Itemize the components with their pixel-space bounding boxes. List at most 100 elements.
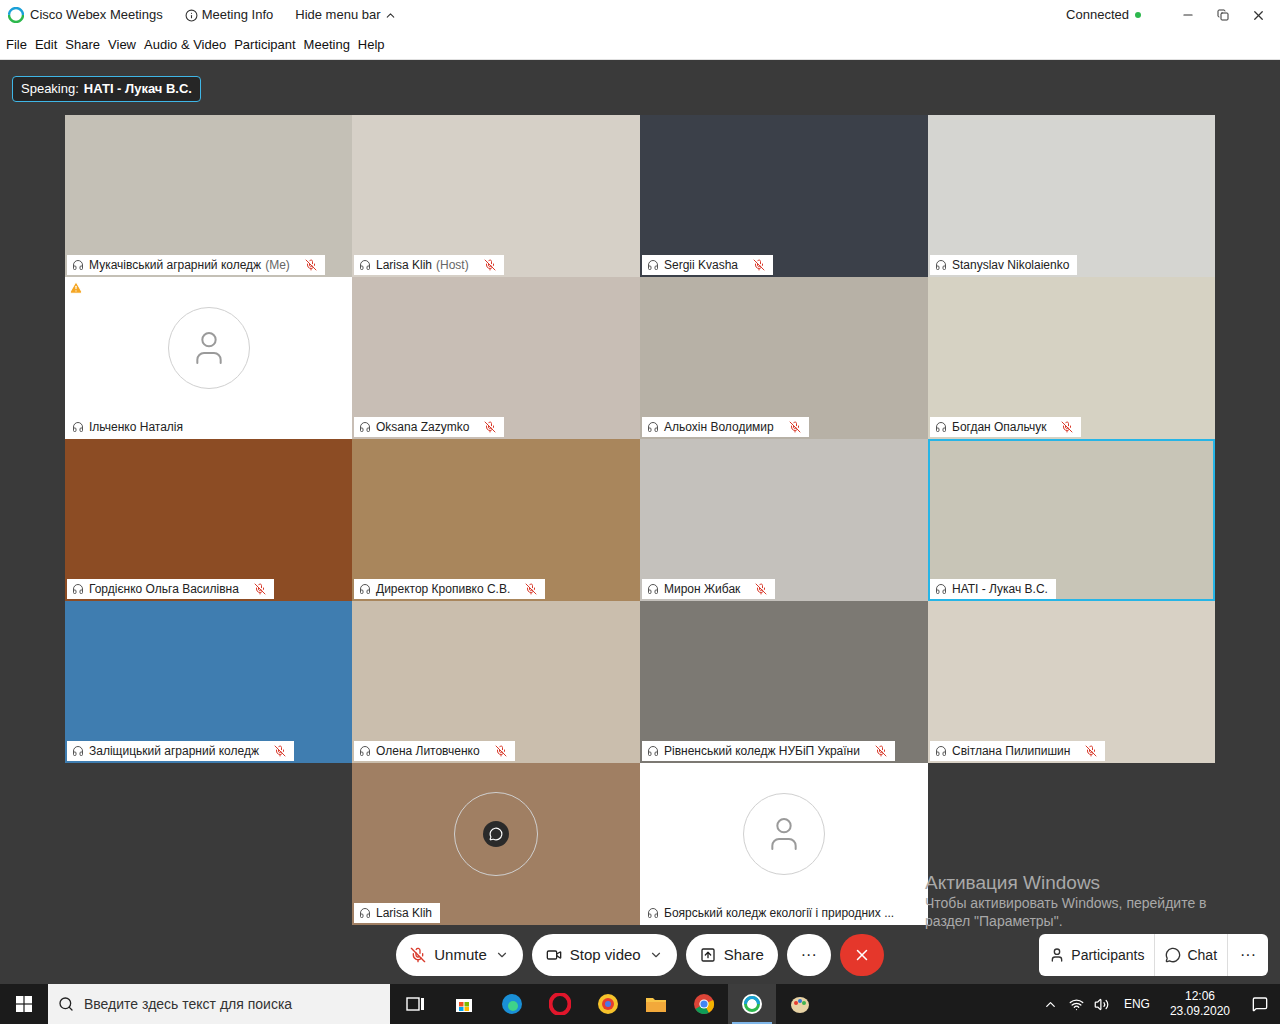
- clock[interactable]: 12:0623.09.2020: [1160, 989, 1240, 1019]
- participant-label: Олена Литовченко: [354, 741, 515, 761]
- language-indicator[interactable]: ENG: [1124, 995, 1150, 1013]
- participant-tile[interactable]: Боярський коледж екології і природних ..…: [640, 763, 928, 925]
- mic-muted-icon: [1085, 745, 1097, 757]
- chat-button[interactable]: Chat: [1154, 934, 1227, 976]
- participant-label: Larisa Klih(Host): [354, 255, 504, 275]
- participant-label: Sergii Kvasha: [642, 255, 773, 275]
- participant-name: Рівненський коледж НУБіП України: [664, 742, 860, 760]
- menu-item[interactable]: Audio & Video: [144, 35, 226, 55]
- chrome[interactable]: [680, 984, 728, 1024]
- participant-tile[interactable]: Oksana Zazymko: [352, 277, 640, 439]
- store[interactable]: [440, 984, 488, 1024]
- folder-icon: [645, 995, 667, 1013]
- meeting-toolbar: UnmuteStop videoShare···ParticipantsChat…: [0, 934, 1280, 976]
- volume-icon[interactable]: [1094, 997, 1109, 1012]
- participant-tile[interactable]: Заліщицький аграрний коледж: [65, 601, 352, 763]
- headset-icon: [359, 421, 371, 433]
- participant-label: Боярський коледж екології і природних ..…: [642, 903, 902, 923]
- mic-muted-icon: [274, 745, 286, 757]
- stop-video-button[interactable]: Stop video: [532, 934, 677, 976]
- avatar-placeholder: [168, 307, 250, 389]
- participant-name: Sergii Kvasha: [664, 256, 738, 274]
- participants-button[interactable]: Participants: [1039, 934, 1154, 976]
- headset-icon: [647, 583, 659, 595]
- chevron-down-icon: [649, 948, 663, 962]
- menu-item[interactable]: View: [108, 35, 136, 55]
- participant-tile[interactable]: Stanyslav Nikolaienko: [928, 115, 1215, 277]
- more-button[interactable]: ···: [1227, 934, 1268, 976]
- search-icon: [58, 996, 74, 1012]
- close-icon[interactable]: [1251, 8, 1266, 23]
- participant-tile[interactable]: Альохін Володимир: [640, 277, 928, 439]
- hide-menu-button[interactable]: Hide menu bar: [295, 5, 396, 25]
- task-view[interactable]: [392, 984, 440, 1024]
- paint-icon: [789, 993, 811, 1015]
- more-button[interactable]: ···: [787, 934, 831, 976]
- participant-tile[interactable]: Мирон Жибак: [640, 439, 928, 601]
- yandex-browser[interactable]: [584, 984, 632, 1024]
- menu-item[interactable]: File: [6, 35, 27, 55]
- chat-icon: [1165, 947, 1181, 963]
- start-button[interactable]: [0, 984, 48, 1024]
- headset-icon: [72, 259, 84, 271]
- menu-item[interactable]: Edit: [35, 35, 57, 55]
- meeting-stage: Speaking:НАТІ - Лукач В.С.Мукачівський а…: [0, 60, 1280, 984]
- menu-item[interactable]: Participant: [234, 35, 295, 55]
- network-icon[interactable]: [1069, 997, 1084, 1012]
- participant-tile[interactable]: Larisa Klih(Host): [352, 115, 640, 277]
- participant-name: Stanyslav Nikolaienko: [952, 256, 1069, 274]
- participant-name: Заліщицький аграрний коледж: [89, 742, 259, 760]
- chevron-up-icon[interactable]: [1043, 997, 1058, 1012]
- menu-item[interactable]: Share: [65, 35, 100, 55]
- leave-button[interactable]: [840, 934, 884, 976]
- webex[interactable]: [728, 984, 776, 1024]
- taskbar-search[interactable]: Введите здесь текст для поиска: [48, 984, 390, 1024]
- webex-icon: [741, 993, 763, 1015]
- task-view-icon: [406, 996, 426, 1012]
- participant-tile[interactable]: Олена Литовченко: [352, 601, 640, 763]
- participant-tile[interactable]: Гордієнко Ольга Василівна: [65, 439, 352, 601]
- participant-label: НАТІ - Лукач В.С.: [930, 579, 1056, 599]
- paint[interactable]: [776, 984, 824, 1024]
- participant-tile[interactable]: Мукачівський аграрний коледж(Me): [65, 115, 352, 277]
- yandex-browser-icon: [597, 993, 619, 1015]
- headset-icon: [647, 907, 659, 919]
- meeting-info-button[interactable]: Meeting Info: [185, 5, 274, 25]
- participant-tile[interactable]: Богдан Опальчук: [928, 277, 1215, 439]
- file-explorer[interactable]: [632, 984, 680, 1024]
- participant-tile[interactable]: Світлана Пилипишин: [928, 601, 1215, 763]
- participant-name: Ільченко Наталія: [89, 418, 183, 436]
- notification-button[interactable]: [1240, 984, 1280, 1024]
- menu-item[interactable]: Meeting: [304, 35, 350, 55]
- participant-label: Рівненський коледж НУБіП України: [642, 741, 895, 761]
- participant-tile[interactable]: НАТІ - Лукач В.С.: [928, 439, 1215, 601]
- mic-muted-icon: [410, 947, 426, 963]
- participant-tile[interactable]: Ільченко Наталія: [65, 277, 352, 439]
- opera[interactable]: [536, 984, 584, 1024]
- participant-name: Боярський коледж екології і природних ..…: [664, 904, 894, 922]
- edge[interactable]: [488, 984, 536, 1024]
- headset-icon: [935, 583, 947, 595]
- mic-muted-icon: [755, 583, 767, 595]
- participant-label: Директор Кропивко С.В.: [354, 579, 545, 599]
- minimize-icon[interactable]: [1181, 8, 1195, 22]
- info-icon: [185, 9, 198, 22]
- person-icon: [764, 814, 804, 854]
- participant-tile[interactable]: Рівненський коледж НУБіП України: [640, 601, 928, 763]
- share-button[interactable]: Share: [686, 934, 778, 976]
- participant-label: Stanyslav Nikolaienko: [930, 255, 1077, 275]
- headset-icon: [359, 259, 371, 271]
- participant-label: Мукачівський аграрний коледж(Me): [67, 255, 325, 275]
- share-icon: [700, 947, 716, 963]
- warning-icon: [69, 281, 83, 295]
- menu-item[interactable]: Help: [358, 35, 385, 55]
- participant-name: Олена Литовченко: [376, 742, 480, 760]
- participant-tile[interactable]: Larisa Klih: [352, 763, 640, 925]
- participant-tile[interactable]: Sergii Kvasha: [640, 115, 928, 277]
- restore-icon[interactable]: [1217, 9, 1229, 21]
- participant-label: Світлана Пилипишин: [930, 741, 1105, 761]
- unmute-button[interactable]: Unmute: [396, 934, 523, 976]
- mic-muted-icon: [484, 259, 496, 271]
- participant-tile[interactable]: Директор Кропивко С.В.: [352, 439, 640, 601]
- avatar-photo: [454, 792, 538, 876]
